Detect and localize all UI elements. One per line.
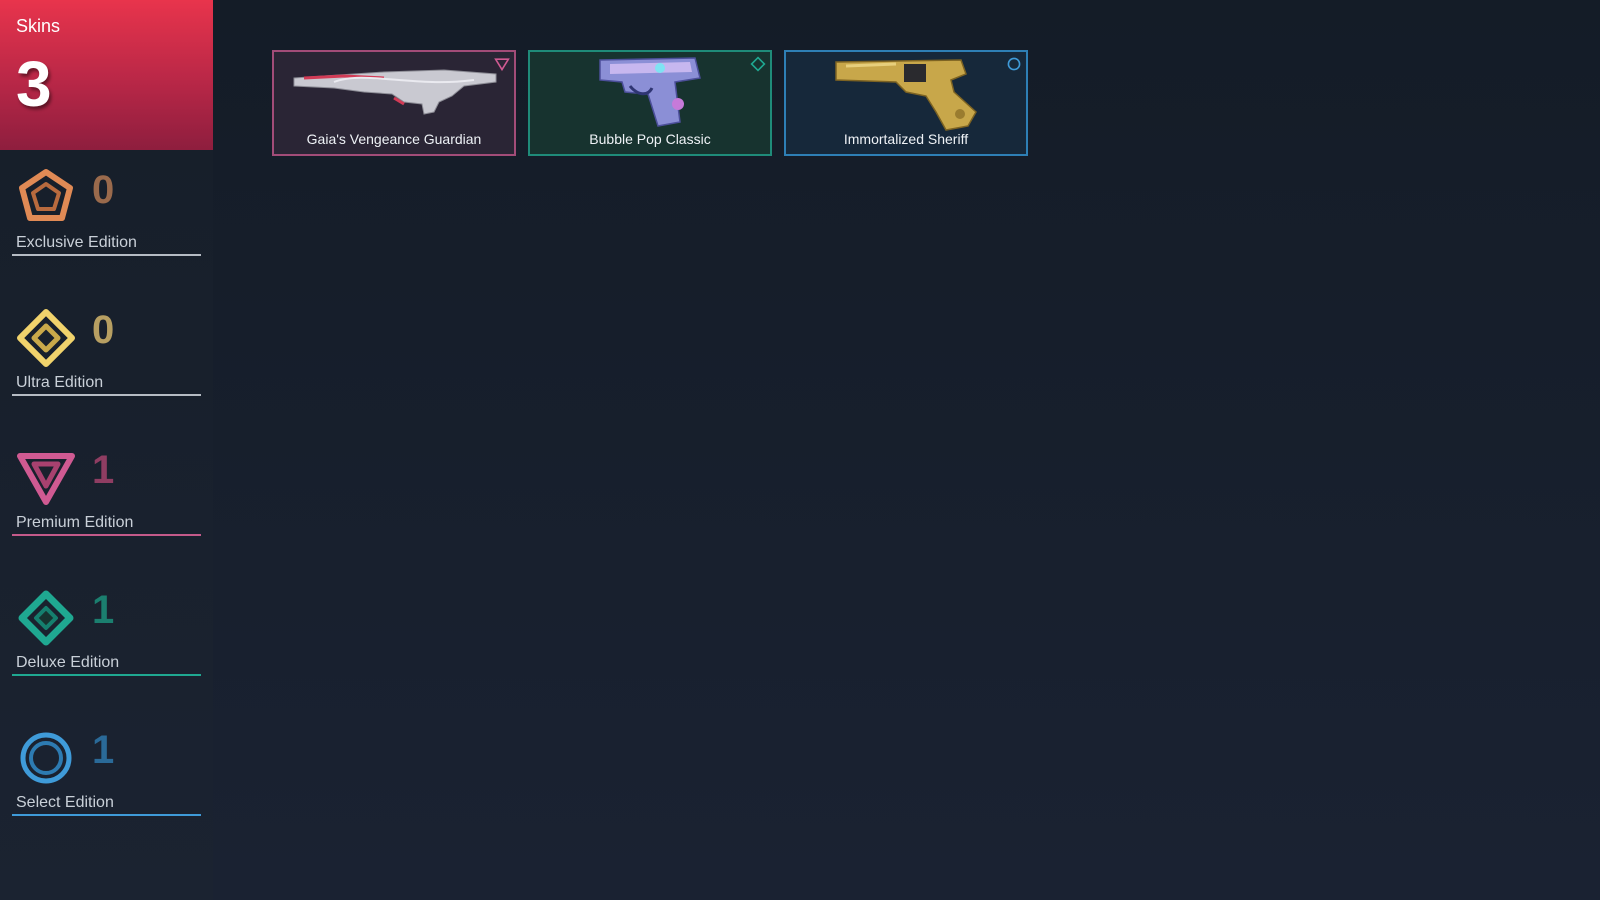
tier-deluxe[interactable]: 1 Deluxe Edition [12,574,201,684]
tier-count: 1 [92,728,115,772]
tier-count: 0 [92,308,115,352]
premium-edition-triangle-icon [17,453,75,505]
skin-name: Gaia's Vengeance Guardian [306,131,482,147]
skins-total-card[interactable]: Skins 3 [0,0,213,150]
skin-name: Immortalized Sheriff [843,131,969,147]
tier-label: Deluxe Edition [16,654,120,671]
tier-count: 1 [92,448,115,492]
select-edition-badge-icon [1007,57,1021,71]
tier-ultra[interactable]: 0 Ultra Edition [12,294,201,404]
skin-card-immortalized-sheriff[interactable]: Immortalized Sheriff [784,50,1028,156]
guardian-rifle-icon [293,69,497,115]
skin-name: Bubble Pop Classic [589,131,711,147]
tier-divider [12,674,201,676]
tier-label: Select Edition [16,794,114,811]
tier-count: 0 [92,168,115,212]
tier-premium[interactable]: 1 Premium Edition [12,434,201,544]
skin-card-bubble-pop-classic[interactable]: Bubble Pop Classic [528,50,772,156]
tier-label: Premium Edition [16,514,134,531]
tier-divider [12,534,201,536]
tier-select[interactable]: 1 Select Edition [12,714,201,824]
select-edition-ring-icon [20,732,72,784]
premium-edition-badge-icon [494,58,510,72]
tier-label: Ultra Edition [16,374,104,391]
tier-label: Exclusive Edition [16,234,137,251]
tier-count: 1 [92,588,115,632]
edition-sidebar: Skins 3 0 Exclusive Edition 0 Ultra Edit… [0,0,213,900]
classic-pistol-icon [599,57,701,127]
skins-total-label: Skins [16,16,61,36]
deluxe-edition-badge-icon [750,56,766,72]
tier-divider [12,254,201,256]
sheriff-revolver-icon [835,59,977,131]
exclusive-edition-pentagon-icon [19,169,73,221]
deluxe-edition-diamond-icon [18,590,74,646]
ultra-edition-diamond-icon [17,309,75,367]
tier-divider [12,394,201,396]
skins-total-count: 3 [16,48,52,120]
tier-divider [12,814,201,816]
tier-exclusive[interactable]: 0 Exclusive Edition [12,154,201,264]
skin-card-gaias-vengeance-guardian[interactable]: Gaia's Vengeance Guardian [272,50,516,156]
